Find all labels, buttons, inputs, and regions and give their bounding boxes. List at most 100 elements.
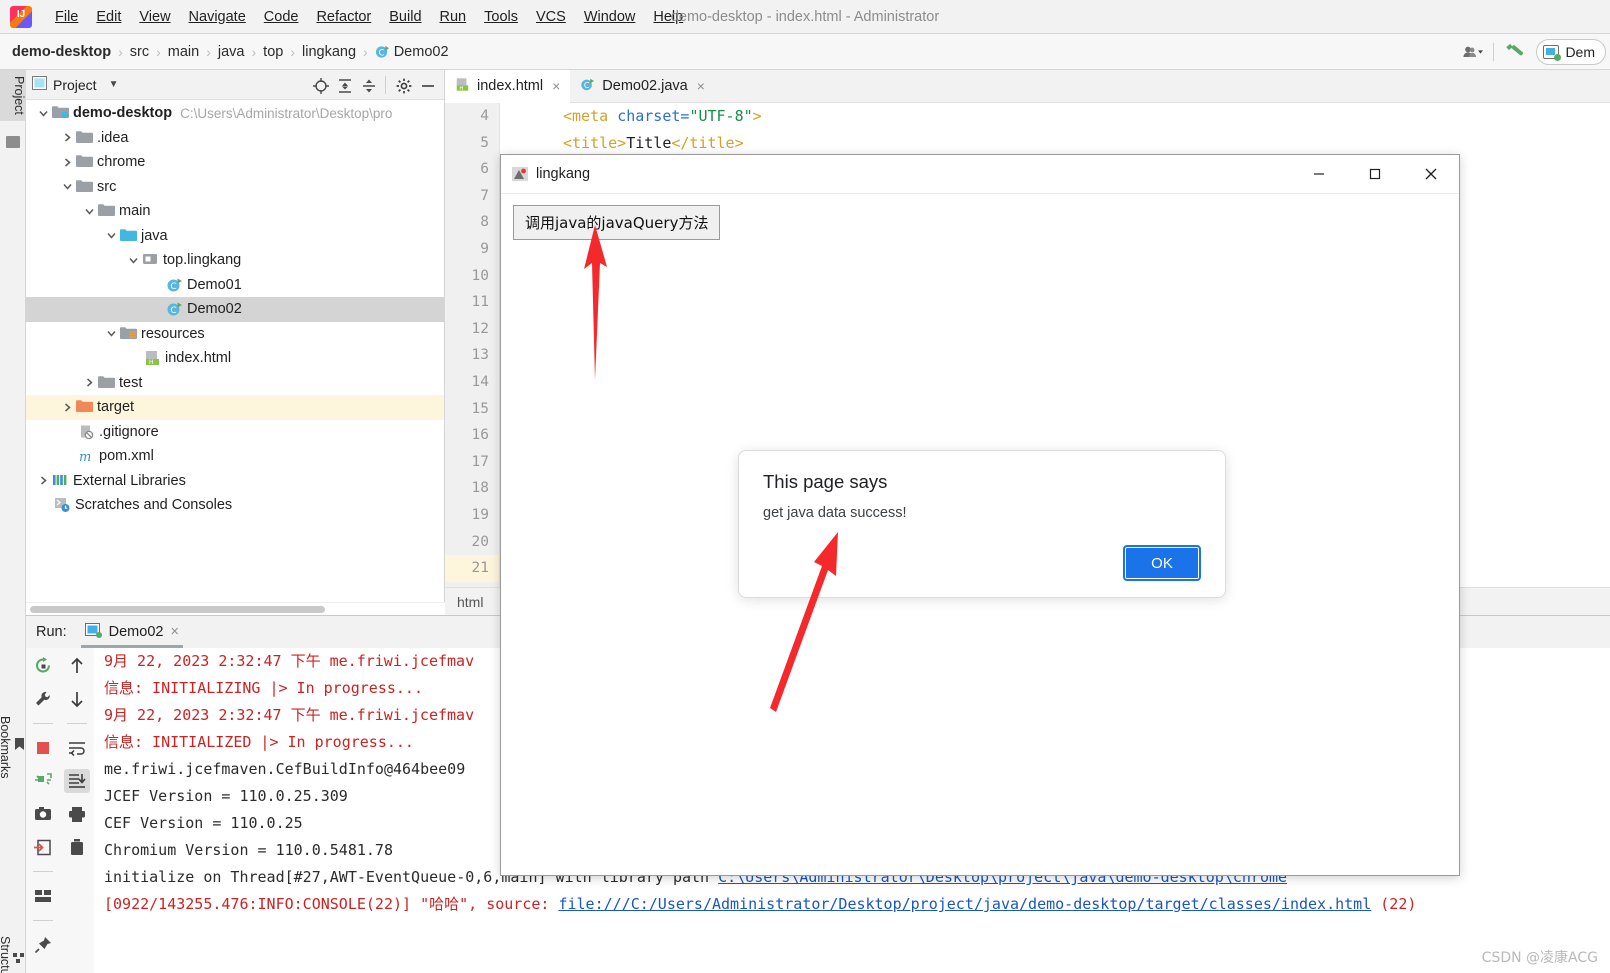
menu-run[interactable]: Run — [431, 5, 476, 29]
hide-minimize-icon[interactable] — [420, 78, 434, 92]
camera-snapshot-icon[interactable] — [30, 802, 56, 826]
menu-file[interactable]: File — [46, 5, 87, 29]
minimize-button[interactable] — [1291, 155, 1347, 194]
menu-tools[interactable]: Tools — [475, 5, 527, 29]
expand-all-icon[interactable] — [337, 78, 351, 93]
tree-row-index-html[interactable]: H index.html — [26, 346, 444, 371]
menu-navigate[interactable]: Navigate — [180, 5, 255, 29]
tree-row-demo02[interactable]: C Demo02 — [26, 297, 444, 322]
close-button[interactable] — [1403, 155, 1459, 194]
breadcrumb-item-project[interactable]: demo-desktop — [12, 44, 111, 60]
call-java-query-button[interactable]: 调用java的javaQuery方法 — [513, 205, 721, 240]
sidebar-item-bookmarks[interactable]: Bookmarks — [0, 710, 26, 785]
tree-row-chrome[interactable]: chrome — [26, 150, 444, 175]
editor-status-crumb[interactable]: html — [457, 594, 483, 610]
console-text: 信息: INITIALIZED |> In progress... — [104, 733, 414, 751]
code-lines[interactable]: <meta charset="UTF-8"> <title>Title</tit… — [501, 103, 1610, 156]
close-icon[interactable]: × — [697, 78, 705, 94]
menu-refactor[interactable]: Refactor — [307, 5, 380, 29]
scroll-down-icon[interactable] — [64, 687, 90, 711]
breadcrumb-item-demo02[interactable]: Demo02 — [394, 44, 449, 60]
menu-view[interactable]: View — [130, 5, 179, 29]
layout-icon[interactable] — [30, 884, 56, 908]
run-tab-demo02[interactable]: Demo02 × — [80, 616, 184, 648]
run-configuration-selector[interactable]: Dem — [1536, 38, 1606, 65]
print-icon[interactable] — [64, 802, 90, 826]
tree-row-idea[interactable]: .idea — [26, 126, 444, 151]
tree-row-src[interactable]: src — [26, 175, 444, 200]
tree-row-external-libraries[interactable]: External Libraries — [26, 469, 444, 494]
chevron-down-icon[interactable] — [126, 253, 140, 267]
breadcrumb-item-main[interactable]: main — [168, 44, 199, 60]
wrench-settings-icon[interactable] — [30, 687, 56, 711]
trash-clear-icon[interactable] — [64, 835, 90, 859]
toolbar-divider — [33, 871, 53, 872]
menu-code-label: Code — [263, 8, 299, 25]
chevron-right-icon[interactable] — [82, 376, 96, 390]
code-line-4: <meta charset="UTF-8"> — [501, 103, 1610, 130]
scroll-up-icon[interactable] — [64, 654, 90, 678]
chevron-right-icon[interactable] — [60, 400, 74, 414]
chevron-down-icon[interactable] — [36, 106, 50, 120]
menu-build[interactable]: Build — [380, 5, 430, 29]
sidebar-item-project[interactable]: Project — [0, 70, 26, 121]
chevron-down-icon[interactable]: ▼ — [109, 79, 119, 90]
settings-gear-icon[interactable] — [396, 78, 412, 93]
tree-row-demo-desktop[interactable]: demo-desktop C:\Users\Administrator\Desk… — [26, 101, 444, 126]
menu-help[interactable]: Help — [644, 5, 692, 29]
hammer-build-icon[interactable] — [1504, 42, 1526, 62]
menu-edit[interactable]: Edit — [87, 5, 130, 29]
chevron-right-icon[interactable] — [60, 155, 74, 169]
tab-index-html[interactable]: H index.html × — [445, 70, 571, 103]
close-icon[interactable]: × — [170, 624, 178, 640]
chevron-right-icon[interactable] — [36, 474, 50, 488]
menu-vcs[interactable]: VCS — [527, 5, 575, 29]
breadcrumb-item-src[interactable]: src — [130, 44, 149, 60]
locate-icon[interactable] — [313, 77, 329, 94]
collapse-all-icon[interactable] — [361, 78, 375, 92]
scroll-to-end-icon[interactable] — [64, 769, 90, 793]
tree-row-test[interactable]: test — [26, 371, 444, 396]
breadcrumb-item-java[interactable]: java — [218, 44, 245, 60]
tree-row-resources[interactable]: resources — [26, 322, 444, 347]
target-folder-icon — [76, 399, 93, 415]
menu-vcs-label: VCS — [535, 8, 566, 25]
tree-row-top-lingkang[interactable]: top.lingkang — [26, 248, 444, 273]
scrollbar-thumb[interactable] — [30, 606, 325, 613]
tree-row-scratches-and-consoles[interactable]: Scratches and Consoles — [26, 493, 444, 518]
project-tree[interactable]: demo-desktop C:\Users\Administrator\Desk… — [26, 101, 444, 599]
tab-demo02-java[interactable]: C Demo02.java × — [570, 70, 715, 102]
alert-ok-button[interactable]: OK — [1123, 545, 1201, 581]
tree-row-target[interactable]: target — [26, 395, 444, 420]
project-horizontal-scrollbar[interactable] — [26, 602, 445, 615]
tree-row-main[interactable]: main — [26, 199, 444, 224]
chevron-right-icon[interactable] — [60, 131, 74, 145]
soft-wrap-icon[interactable] — [64, 736, 90, 760]
console-link-source-file[interactable]: file:///C:/Users/Administrator/Desktop/p… — [558, 895, 1371, 913]
svg-text:C: C — [378, 47, 384, 57]
tree-row-java[interactable]: java — [26, 224, 444, 249]
menu-window[interactable]: Window — [575, 5, 645, 29]
rerun-icon[interactable] — [30, 654, 56, 678]
chevron-down-icon[interactable] — [60, 180, 74, 194]
menu-code[interactable]: Code — [255, 5, 308, 29]
stop-icon[interactable] — [30, 736, 56, 760]
sidebar-item-structure[interactable]: Structure — [0, 930, 26, 973]
gutter-line-number: 13 — [471, 347, 489, 364]
tree-row-pom-xml[interactable]: m pom.xml — [26, 444, 444, 469]
chevron-down-icon[interactable] — [104, 229, 118, 243]
tree-row-gitignore[interactable]: .gitignore — [26, 420, 444, 445]
user-account-icon[interactable] — [1463, 44, 1484, 60]
debug-restart-icon[interactable] — [30, 769, 56, 793]
chevron-down-icon[interactable] — [104, 327, 118, 341]
maximize-button[interactable] — [1347, 155, 1403, 194]
javascript-alert-dialog: This page says get java data success! OK — [738, 450, 1226, 598]
console-text: CEF Version = 110.0.25 — [104, 814, 303, 832]
export-icon[interactable] — [30, 835, 56, 859]
close-icon[interactable]: × — [552, 78, 560, 94]
tree-row-demo01[interactable]: C Demo01 — [26, 273, 444, 298]
pin-icon[interactable] — [30, 933, 56, 957]
chevron-down-icon[interactable] — [82, 204, 96, 218]
breadcrumb-item-lingkang[interactable]: lingkang — [302, 44, 356, 60]
breadcrumb-item-top[interactable]: top — [263, 44, 283, 60]
